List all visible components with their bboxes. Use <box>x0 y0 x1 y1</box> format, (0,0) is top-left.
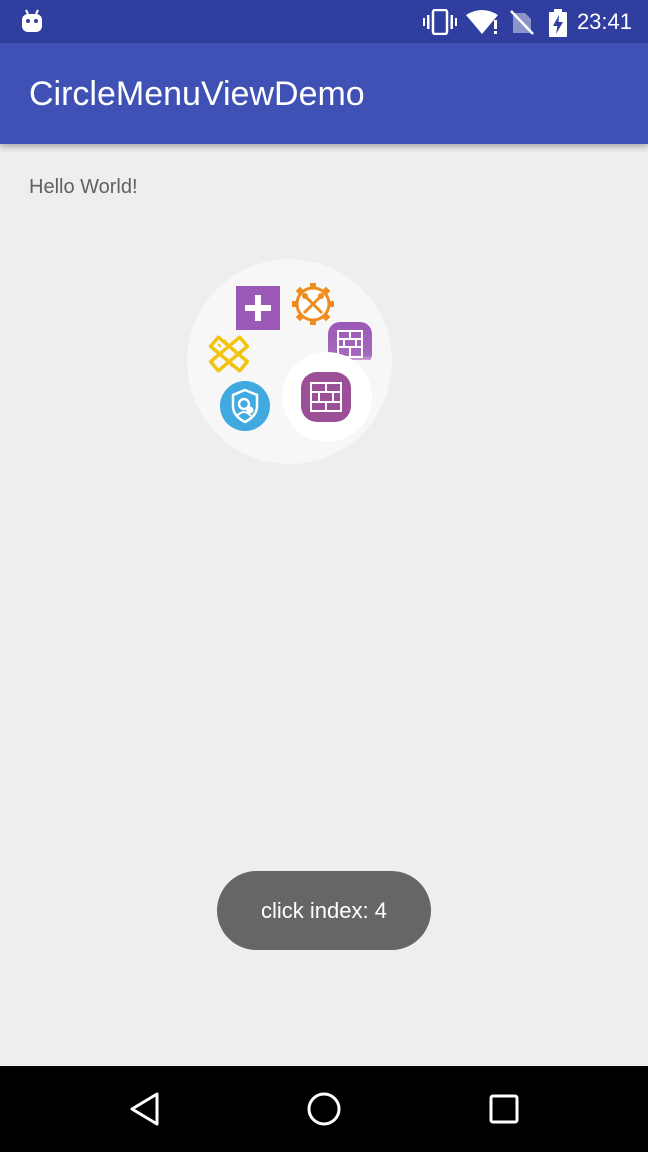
app-title: CircleMenuViewDemo <box>29 75 365 113</box>
vibrate-icon <box>423 9 457 35</box>
recents-icon <box>489 1094 519 1124</box>
app-bar: CircleMenuViewDemo <box>0 43 648 144</box>
hello-text: Hello World! <box>29 176 138 198</box>
security-shield-icon[interactable] <box>219 380 271 432</box>
add-icon[interactable] <box>236 286 280 330</box>
no-sim-icon <box>510 10 534 35</box>
battery-charging-icon <box>549 9 567 37</box>
home-button[interactable] <box>264 1066 384 1152</box>
android-debug-icon <box>22 9 42 32</box>
back-icon <box>130 1092 159 1126</box>
toast-text: click index: 4 <box>261 897 387 923</box>
wifi-icon <box>466 10 498 34</box>
settings-tools-icon[interactable] <box>291 282 335 326</box>
toast-message: click index: 4 <box>217 871 431 950</box>
navigation-bar <box>0 1066 648 1152</box>
status-time: 23:41 <box>576 9 632 34</box>
recents-button[interactable] <box>444 1066 564 1152</box>
home-icon <box>307 1092 341 1126</box>
ruler-pencil-icon[interactable] <box>204 332 250 378</box>
back-button[interactable] <box>85 1066 205 1152</box>
center-brick-wall-icon[interactable] <box>301 372 351 422</box>
status-bar: 23:41 <box>0 0 648 43</box>
